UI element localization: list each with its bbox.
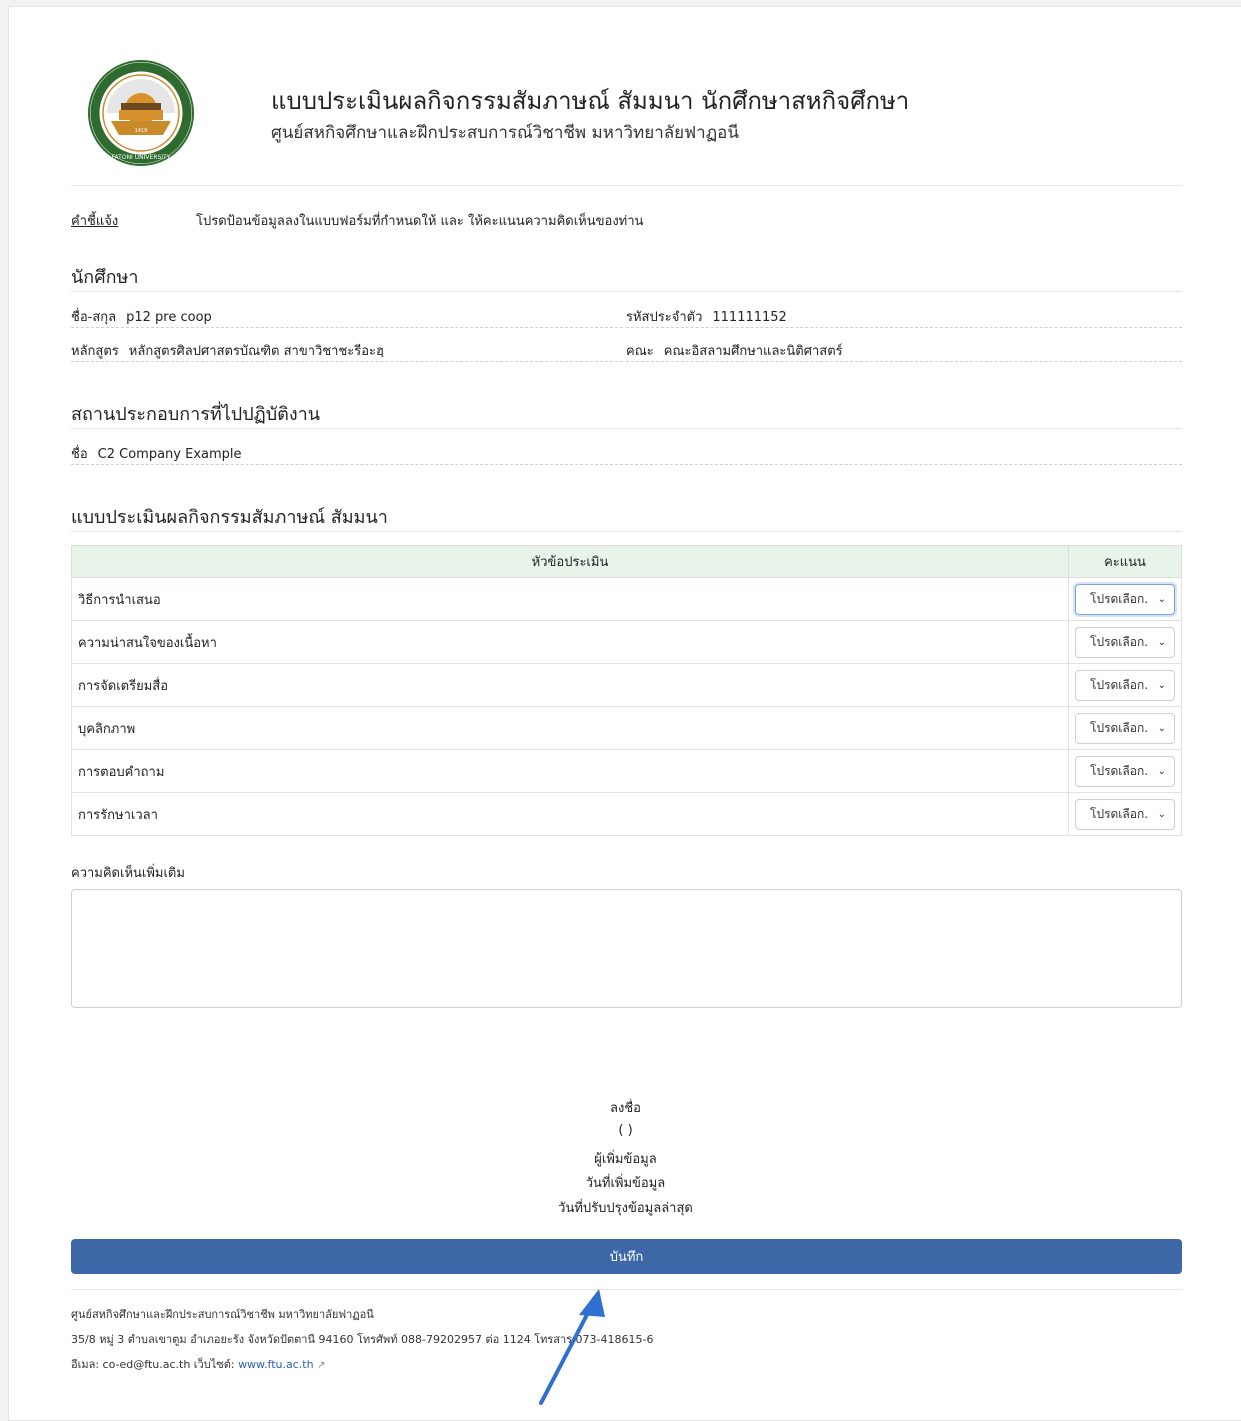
page-subtitle: ศูนย์สหกิจศึกษาและฝึกประสบการณ์วิชาชีพ ม… [271,123,739,143]
table-header-row: หัวข้อประเมิน คะแนน [71,545,1182,578]
student-id-field: รหัสประจำตัว 111111152 [626,306,1182,328]
column-header-score: คะแนน [1068,545,1182,578]
table-row: การรักษาเวลา โปรดเลือก. ⌄ [71,792,1182,836]
student-id-label: รหัสประจำตัว [626,310,703,325]
row-topic: การรักษาเวลา [71,792,1069,836]
divider [71,291,1182,292]
table-row: ความน่าสนใจของเนื้อหา โปรดเลือก. ⌄ [71,620,1182,664]
score-select[interactable]: โปรดเลือก. ⌄ [1075,626,1175,658]
header: 1419 FATONI UNIVERSITY แบบประเมินผลกิจกร… [87,59,1187,179]
row-topic: การตอบคำถาม [71,749,1069,793]
divider [71,531,1182,532]
score-select[interactable]: โปรดเลือก. ⌄ [1075,583,1175,615]
workplace-name-label: ชื่อ [71,447,88,462]
website-link[interactable]: www.ftu.ac.th [238,1358,314,1371]
chevron-down-icon: ⌄ [1157,679,1166,691]
chevron-down-icon: ⌄ [1157,808,1166,820]
student-name-label: ชื่อ-สกุล [71,310,117,325]
workplace-section-title: สถานประกอบการที่ไปปฏิบัติงาน [71,404,321,425]
instructions-text: โปรดป้อนข้อมูลลงในแบบฟอร์มที่กำหนดให้ แล… [196,214,644,229]
row-topic: วิธีการนำเสนอ [71,577,1069,621]
save-button[interactable]: บันทึก [71,1239,1182,1274]
student-section-title: นักศึกษา [71,267,139,288]
chevron-down-icon: ⌄ [1157,636,1166,648]
student-name-field: ชื่อ-สกุล p12 pre coop [71,306,623,328]
table-row: วิธีการนำเสนอ โปรดเลือก. ⌄ [71,577,1182,621]
row-topic: การจัดเตรียมสื่อ [71,663,1069,707]
divider [71,428,1182,429]
evaluation-table: หัวข้อประเมิน คะแนน วิธีการนำเสนอ โปรดเล… [71,545,1182,836]
score-select[interactable]: โปรดเลือก. ⌄ [1075,669,1175,701]
workplace-name-field: ชื่อ C2 Company Example [71,443,1182,465]
column-header-topic: หัวข้อประเมิน [71,545,1069,578]
footer-org: ศูนย์สหกิจศึกษาและฝึกประสบการณ์วิชาชีพ ม… [71,1308,374,1321]
comment-textarea[interactable] [71,889,1182,1008]
table-row: การตอบคำถาม โปรดเลือก. ⌄ [71,749,1182,793]
annotation-arrow-icon [539,1289,605,1405]
table-row: บุคลิกภาพ โปรดเลือก. ⌄ [71,706,1182,750]
faculty-label: คณะ [626,344,654,359]
table-row: การจัดเตรียมสื่อ โปรดเลือก. ⌄ [71,663,1182,707]
university-logo-icon: 1419 FATONI UNIVERSITY [88,60,194,166]
divider [71,1289,1182,1290]
row-topic: บุคลิกภาพ [71,706,1069,750]
score-select[interactable]: โปรดเลือก. ⌄ [1075,798,1175,830]
svg-text:1419: 1419 [135,128,148,134]
evaluation-section-title: แบบประเมินผลกิจกรรมสัมภาษณ์ สัมมนา [71,507,388,528]
score-select[interactable]: โปรดเลือก. ⌄ [1075,712,1175,744]
chevron-down-icon: ⌄ [1157,765,1166,777]
sign-label: ลงชื่อ [610,1101,641,1116]
score-select[interactable]: โปรดเลือก. ⌄ [1075,755,1175,787]
program-label: หลักสูตร [71,344,119,359]
added-by-label: ผู้เพิ่มข้อมูล [594,1152,657,1167]
instructions-label: คำชี้แจ้ง [71,214,119,229]
page-title: แบบประเมินผลกิจกรรมสัมภาษณ์ สัมมนา นักศึ… [271,87,910,115]
external-link-icon: ↗ [317,1360,326,1371]
svg-text:FATONI UNIVERSITY: FATONI UNIVERSITY [112,154,171,161]
footer-contact: อีเมล: co-ed@ftu.ac.th เว็บไซต์: www.ftu… [71,1355,325,1373]
chevron-down-icon: ⌄ [1157,593,1166,605]
footer-email: อีเมล: co-ed@ftu.ac.th เว็บไซต์: [71,1358,235,1371]
program-field: หลักสูตร หลักสูตรศิลปศาสตรบัณฑิต สาขาวิชา… [71,340,623,362]
program-value: หลักสูตรศิลปศาสตรบัณฑิต สาขาวิชาชะรีอะฮฺ [128,344,384,359]
student-id-value: 111111152 [712,310,787,325]
divider [71,185,1182,186]
page: 1419 FATONI UNIVERSITY แบบประเมินผลกิจกร… [8,6,1241,1421]
comment-label: ความคิดเห็นเพิ่มเติม [71,866,185,881]
chevron-down-icon: ⌄ [1157,722,1166,734]
row-topic: ความน่าสนใจของเนื้อหา [71,620,1069,664]
sign-name: ( ) [618,1123,633,1138]
student-name-value: p12 pre coop [126,310,212,325]
faculty-field: คณะ คณะอิสลามศึกษาและนิติศาสตร์ [626,340,1182,362]
updated-date-label: วันที่ปรับปรุงข้อมูลล่าสุด [558,1201,693,1216]
faculty-value: คณะอิสลามศึกษาและนิติศาสตร์ [663,344,843,359]
workplace-name-value: C2 Company Example [97,447,242,462]
added-date-label: วันที่เพิ่มข้อมูล [585,1176,666,1191]
